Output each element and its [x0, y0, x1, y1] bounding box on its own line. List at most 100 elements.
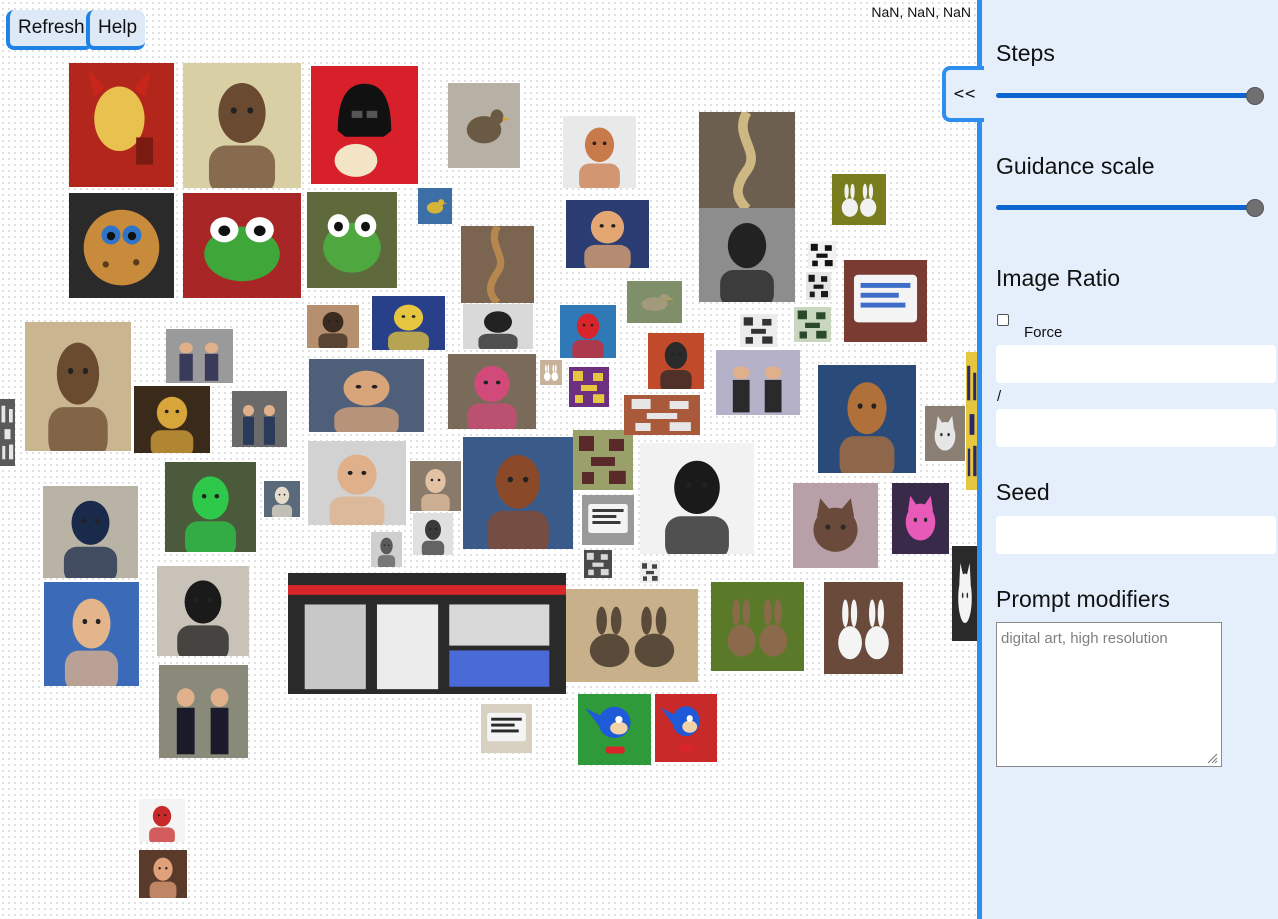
- image-tile-kid-small[interactable]: [410, 461, 461, 511]
- image-tile-colorful-cat[interactable]: [892, 483, 949, 554]
- image-thumbnail-icon: [892, 483, 949, 554]
- collapse-panel-button[interactable]: <<: [942, 66, 984, 122]
- image-tile-pixel-bw-1[interactable]: [808, 241, 836, 269]
- image-tile-two-rabbits-field[interactable]: [566, 589, 698, 682]
- image-tile-santa[interactable]: [560, 305, 616, 358]
- image-tile-hollande-wave[interactable]: [157, 566, 249, 656]
- steps-slider-track: [996, 93, 1254, 98]
- image-tile-jesus-cartoon[interactable]: [183, 63, 301, 188]
- image-tile-rope-knot[interactable]: [699, 112, 795, 209]
- image-tile-baby-bw[interactable]: [371, 532, 402, 567]
- ratio-height-input[interactable]: [996, 409, 1276, 447]
- image-tile-jesus-gold[interactable]: [134, 386, 210, 453]
- image-thumbnail-icon: [566, 200, 649, 268]
- image-thumbnail-icon: [824, 582, 903, 674]
- image-tile-trump-collage[interactable]: [566, 200, 649, 268]
- image-tile-mini-cluster-a[interactable]: [573, 430, 633, 490]
- image-tile-mini-purple[interactable]: [569, 367, 609, 407]
- image-tile-paper-note[interactable]: [481, 704, 532, 753]
- image-tile-boy-portrait[interactable]: [307, 305, 359, 348]
- prompt-modifiers-textarea[interactable]: [996, 622, 1222, 767]
- image-tile-hollande-cartoon[interactable]: [44, 582, 139, 686]
- force-checkbox[interactable]: [997, 314, 1009, 326]
- image-tile-sonic-green[interactable]: [578, 694, 651, 765]
- image-tile-pixel-green[interactable]: [794, 307, 831, 342]
- image-tile-sarkozy[interactable]: [309, 359, 424, 432]
- image-tile-macron-podium[interactable]: [463, 437, 573, 549]
- image-tile-four-band[interactable]: [716, 350, 800, 415]
- image-thumbnail-icon: [309, 359, 424, 432]
- image-thumbnail-icon: [43, 486, 138, 578]
- resize-grip-icon[interactable]: [1206, 752, 1218, 764]
- image-tile-darth-vader-clown[interactable]: [311, 66, 418, 184]
- steps-slider[interactable]: [996, 86, 1264, 106]
- image-tile-rabbits-grass[interactable]: [711, 582, 804, 671]
- image-tile-mini-rabbit[interactable]: [540, 360, 562, 385]
- image-thumbnail-icon: [410, 461, 461, 511]
- image-tile-jesus-muscular[interactable]: [818, 365, 916, 473]
- refresh-button[interactable]: Refresh: [6, 10, 93, 50]
- image-tile-time-trump[interactable]: [139, 799, 185, 842]
- image-thumbnail-icon: [308, 441, 406, 525]
- image-tile-tablet-screen[interactable]: [844, 260, 927, 342]
- image-tile-street-scene[interactable]: [166, 329, 233, 383]
- image-tile-rope-hanging[interactable]: [461, 226, 534, 303]
- image-thumbnail-icon: [69, 193, 174, 298]
- image-thumbnail-icon: [627, 281, 682, 323]
- image-thumbnail-icon: [418, 188, 452, 224]
- help-button[interactable]: Help: [86, 10, 146, 50]
- image-tile-marx-drawing[interactable]: [640, 443, 754, 554]
- guidance-slider-thumb[interactable]: [1246, 199, 1264, 217]
- image-tile-poe-portrait[interactable]: [463, 304, 533, 349]
- image-tile-cookie-monster[interactable]: [69, 193, 174, 298]
- image-tile-karl-marx-bw[interactable]: [699, 208, 795, 302]
- seed-input[interactable]: [996, 516, 1276, 554]
- image-tile-macron-smile[interactable]: [308, 441, 406, 525]
- image-tile-dog-bw[interactable]: [952, 546, 977, 641]
- image-tile-mini-dark[interactable]: [584, 550, 612, 578]
- image-tile-girl-cat[interactable]: [793, 483, 878, 568]
- ratio-width-input[interactable]: [996, 345, 1276, 383]
- image-tile-cat-small[interactable]: [925, 406, 965, 461]
- image-thumbnail-icon: [463, 304, 533, 349]
- guidance-scale-slider[interactable]: [996, 198, 1264, 218]
- image-tile-glitch-panel[interactable]: [288, 573, 566, 694]
- image-tile-duck-small[interactable]: [418, 188, 452, 224]
- image-thumbnail-icon: [699, 208, 795, 302]
- image-thumbnail-icon: [640, 443, 754, 554]
- image-tile-politicians-walk[interactable]: [159, 665, 248, 758]
- image-tile-pixel-group[interactable]: [740, 314, 777, 347]
- image-tile-girl-pink-coat[interactable]: [448, 354, 536, 429]
- image-tile-knight-jesus[interactable]: [165, 462, 256, 552]
- image-tile-white-rabbits[interactable]: [824, 582, 903, 674]
- image-tile-obama-poster[interactable]: [372, 296, 445, 350]
- image-thumbnail-icon: [183, 193, 301, 298]
- image-thumbnail-icon: [307, 305, 359, 348]
- image-canvas[interactable]: Refresh Help NaN, NaN, NaN: [0, 0, 977, 919]
- image-tile-trump-poster[interactable]: [563, 116, 636, 188]
- image-tile-marx-small[interactable]: [648, 333, 704, 389]
- image-tile-sign-gray[interactable]: [582, 495, 634, 545]
- image-tile-bird-photo[interactable]: [448, 83, 520, 168]
- image-tile-frog-cartoon[interactable]: [183, 193, 301, 298]
- image-tile-merkel[interactable]: [264, 481, 300, 517]
- image-tile-sonic-red[interactable]: [655, 694, 717, 762]
- image-tile-rabbits-green[interactable]: [832, 174, 886, 225]
- image-tile-pixel-bw-2[interactable]: [806, 272, 831, 300]
- image-tile-kermit[interactable]: [307, 192, 397, 288]
- image-tile-mini-white[interactable]: [640, 561, 660, 583]
- image-tile-yellow-strip[interactable]: [966, 352, 977, 490]
- image-tile-hollande-sitting[interactable]: [43, 486, 138, 578]
- image-tile-baby-bw-2[interactable]: [413, 513, 453, 555]
- image-tile-trump-small[interactable]: [139, 850, 187, 898]
- image-thumbnail-icon: [232, 391, 287, 447]
- image-tile-bird-branch[interactable]: [627, 281, 682, 323]
- image-thumbnail-icon: [566, 589, 698, 682]
- image-tile-mini-cluster-b[interactable]: [624, 395, 700, 435]
- image-tile-two-men[interactable]: [232, 391, 287, 447]
- image-thumbnail-icon: [166, 329, 233, 383]
- image-tile-edge-left[interactable]: [0, 399, 15, 466]
- image-tile-jesus-painting[interactable]: [25, 322, 131, 451]
- steps-slider-thumb[interactable]: [1246, 87, 1264, 105]
- image-tile-devil-figure[interactable]: [69, 63, 174, 187]
